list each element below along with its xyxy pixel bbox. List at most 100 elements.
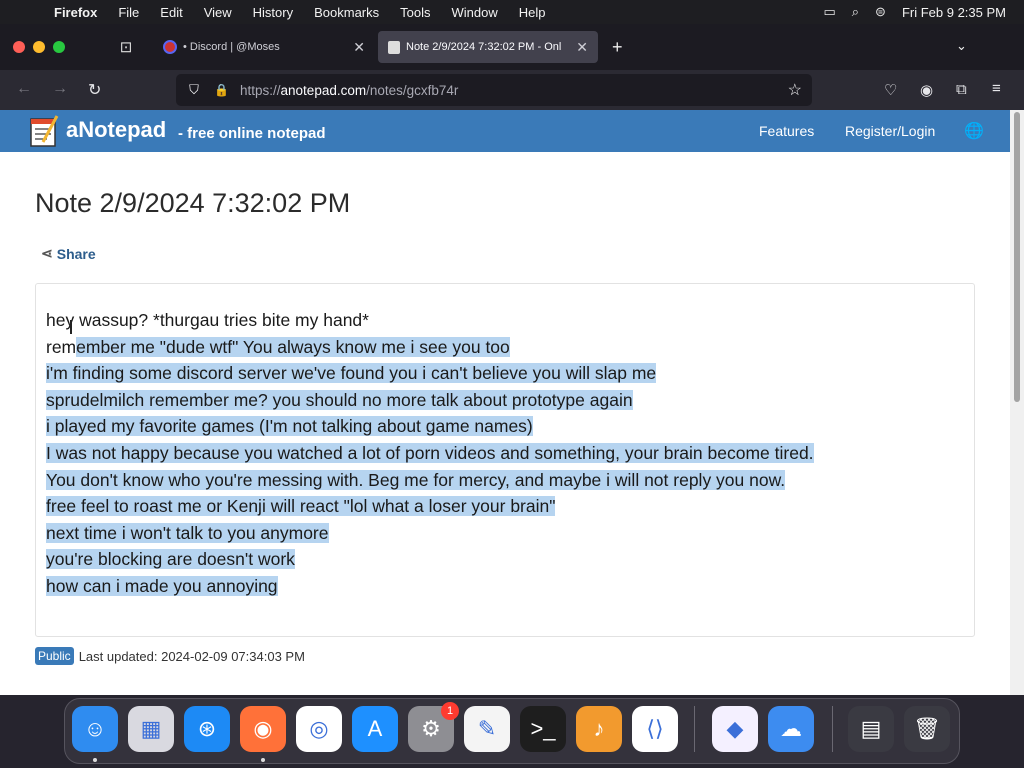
notification-badge: 1 bbox=[441, 702, 459, 720]
browser-tab-strip: ⊡ • Discord | @Moses ✕ Note 2/9/2024 7:3… bbox=[0, 24, 1024, 70]
selected-text: sprudelmilch remember me? you should no … bbox=[46, 389, 633, 410]
note-line[interactable]: you're blocking are doesn't work bbox=[46, 546, 814, 573]
menu-tools[interactable]: Tools bbox=[400, 5, 430, 20]
list-all-tabs-icon[interactable]: ⌄ bbox=[956, 38, 967, 54]
tab-anotepad[interactable]: Note 2/9/2024 7:32:02 PM - Onl ✕ bbox=[378, 31, 598, 63]
note-line[interactable]: remember me "dude wtf" You always know m… bbox=[46, 334, 814, 361]
web-page-viewport: aNotepad - free online notepad Features … bbox=[0, 110, 1010, 695]
close-tab-icon[interactable]: ✕ bbox=[353, 39, 365, 56]
note-line[interactable]: i played my favorite games (I'm not talk… bbox=[46, 413, 814, 440]
terminal-icon[interactable]: >_ bbox=[520, 706, 566, 752]
language-globe-icon[interactable]: 🌐 bbox=[964, 121, 984, 141]
extensions-icon[interactable]: ⧉ bbox=[956, 81, 967, 98]
tab-title: Note 2/9/2024 7:32:02 PM - Onl bbox=[406, 41, 562, 53]
control-center-icon[interactable]: ⊜ bbox=[875, 4, 886, 20]
app-store-icon[interactable]: A bbox=[352, 706, 398, 752]
selected-text: free feel to roast me or Kenji will reac… bbox=[46, 496, 556, 517]
url-text: https://anotepad.com/notes/gcxfb74r bbox=[240, 82, 459, 98]
app-menu-icon[interactable]: ≡ bbox=[992, 80, 1001, 97]
close-tab-icon[interactable]: ✕ bbox=[576, 39, 588, 56]
visual-studio-icon[interactable]: ◆ bbox=[712, 706, 758, 752]
firefox-icon[interactable]: ◉ bbox=[240, 706, 286, 752]
launchpad-icon[interactable]: ▦ bbox=[128, 706, 174, 752]
reload-icon[interactable]: ↻ bbox=[88, 80, 101, 100]
note-line[interactable]: You don't know who you're messing with. … bbox=[46, 467, 814, 494]
tracking-protection-icon[interactable]: ⛉ bbox=[186, 82, 202, 98]
page-scrollbar[interactable] bbox=[1010, 110, 1024, 695]
note-title: Note 2/9/2024 7:32:02 PM bbox=[35, 188, 351, 218]
note-line[interactable]: free feel to roast me or Kenji will reac… bbox=[46, 493, 814, 520]
trash-icon[interactable]: 🗑 bbox=[904, 706, 950, 752]
menu-window[interactable]: Window bbox=[452, 5, 498, 20]
share-button[interactable]: ⋖ Share bbox=[41, 245, 96, 262]
visibility-badge: Public bbox=[35, 647, 74, 665]
scrollbar-thumb[interactable] bbox=[1014, 112, 1020, 402]
note-text[interactable]: hey wassup? *thurgau tries bite my hand*… bbox=[46, 307, 814, 600]
spotlight-search-icon[interactable]: ⌕ bbox=[852, 4, 859, 20]
selected-text: ember me "dude wtf" You always know me i… bbox=[76, 336, 510, 357]
note-line-text: hey wassup? *thurgau tries bite my hand* bbox=[46, 310, 369, 330]
selected-text: how can i made you annoying bbox=[46, 575, 278, 596]
menubar-status-area: ▭ ⌕ ⊜ Fri Feb 9 2:35 PM bbox=[823, 4, 1006, 20]
menubar-clock[interactable]: Fri Feb 9 2:35 PM bbox=[902, 5, 1006, 20]
selected-text: you're blocking are doesn't work bbox=[46, 549, 295, 570]
share-icon: ⋖ bbox=[41, 245, 53, 261]
note-line[interactable]: hey wassup? *thurgau tries bite my hand* bbox=[46, 307, 814, 334]
nav-features-link[interactable]: Features bbox=[759, 123, 814, 139]
discord-favicon-icon bbox=[163, 40, 177, 54]
note-line-text: rem bbox=[46, 336, 77, 357]
screen-mirroring-icon[interactable]: ▭ bbox=[823, 4, 835, 20]
menu-file[interactable]: File bbox=[118, 5, 139, 20]
site-brand[interactable]: aNotepad bbox=[66, 117, 166, 143]
textedit-icon[interactable]: ✎ bbox=[464, 706, 510, 752]
menu-bookmarks[interactable]: Bookmarks bbox=[314, 5, 379, 20]
new-tab-icon[interactable]: + bbox=[612, 37, 623, 58]
navigation-toolbar: ← → ↻ ⛉ 🔒 https://anotepad.com/notes/gcx… bbox=[0, 70, 1024, 110]
minimize-window-button[interactable] bbox=[33, 41, 45, 53]
running-indicator-dot bbox=[261, 758, 265, 762]
downloads-icon[interactable]: ▤ bbox=[848, 706, 894, 752]
safari-icon[interactable]: ⊛ bbox=[184, 706, 230, 752]
anotepad-favicon-icon bbox=[388, 40, 400, 54]
weather-icon[interactable]: ☁ bbox=[768, 706, 814, 752]
tab-title: • Discord | @Moses bbox=[183, 41, 280, 53]
firefox-view-icon[interactable]: ⊡ bbox=[115, 38, 137, 56]
nav-register-login-link[interactable]: Register/Login bbox=[845, 123, 935, 139]
note-line[interactable]: sprudelmilch remember me? you should no … bbox=[46, 387, 814, 414]
finder-icon[interactable]: ☺ bbox=[72, 706, 118, 752]
window-controls bbox=[13, 41, 65, 53]
close-window-button[interactable] bbox=[13, 41, 25, 53]
note-content-box[interactable]: hey wassup? *thurgau tries bite my hand*… bbox=[35, 283, 975, 637]
last-updated-text: Last updated: 2024-02-09 07:34:03 PM bbox=[78, 648, 305, 664]
account-icon[interactable]: ◉ bbox=[920, 81, 933, 99]
vscode-icon[interactable]: ⟨⟩ bbox=[632, 706, 678, 752]
note-line[interactable]: how can i made you annoying bbox=[46, 573, 814, 600]
site-tagline: - free online notepad bbox=[178, 125, 326, 142]
back-icon[interactable]: ← bbox=[16, 80, 32, 98]
chrome-icon[interactable]: ◎ bbox=[296, 706, 342, 752]
dock-separator bbox=[832, 706, 833, 752]
note-line[interactable]: I was not happy because you watched a lo… bbox=[46, 440, 814, 467]
note-line[interactable]: next time i won't talk to you anymore bbox=[46, 520, 814, 547]
note-line[interactable]: i'm finding some discord server we've fo… bbox=[46, 360, 814, 387]
pocket-icon[interactable]: ♡ bbox=[884, 81, 897, 99]
selected-text: i played my favorite games (I'm not talk… bbox=[46, 416, 533, 437]
note-footer: Public Last updated: 2024-02-09 07:34:03… bbox=[35, 647, 305, 665]
macos-menubar: Firefox File Edit View History Bookmarks… bbox=[0, 0, 1024, 24]
running-indicator-dot bbox=[93, 758, 97, 762]
forward-icon[interactable]: → bbox=[52, 80, 68, 98]
dock-separator bbox=[694, 706, 695, 752]
menu-history[interactable]: History bbox=[253, 5, 293, 20]
menu-view[interactable]: View bbox=[204, 5, 232, 20]
selected-text: next time i won't talk to you anymore bbox=[46, 522, 329, 543]
lock-icon[interactable]: 🔒 bbox=[214, 83, 229, 97]
anotepad-logo-icon[interactable] bbox=[27, 114, 61, 148]
menu-help[interactable]: Help bbox=[519, 5, 546, 20]
address-bar[interactable]: ⛉ 🔒 https://anotepad.com/notes/gcxfb74r … bbox=[176, 74, 812, 106]
menu-edit[interactable]: Edit bbox=[160, 5, 182, 20]
menu-firefox[interactable]: Firefox bbox=[54, 5, 97, 20]
garageband-icon[interactable]: ♪ bbox=[576, 706, 622, 752]
zoom-window-button[interactable] bbox=[53, 41, 65, 53]
bookmark-star-icon[interactable]: ☆ bbox=[788, 80, 802, 100]
tab-discord[interactable]: • Discord | @Moses ✕ bbox=[153, 31, 375, 63]
